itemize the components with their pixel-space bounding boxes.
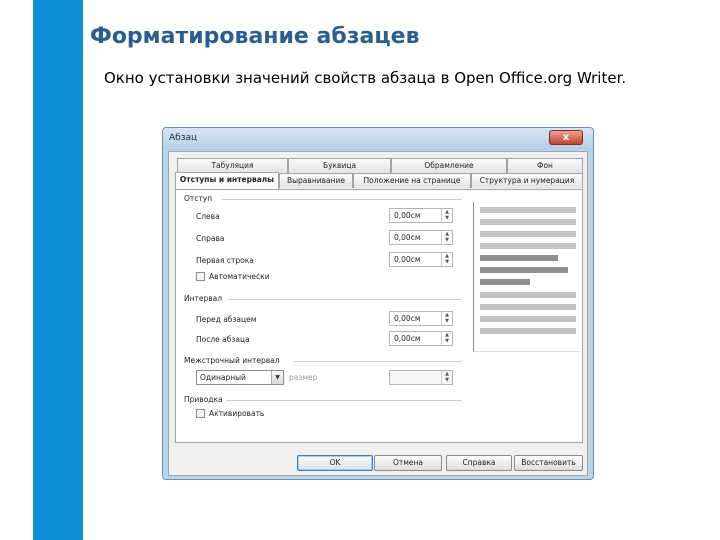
preview-line xyxy=(480,231,576,237)
slide-subtitle: Окно установки значений свойств абзаца в… xyxy=(104,69,627,87)
tab-text-flow[interactable]: Положение на странице xyxy=(353,173,471,188)
indent-group-line xyxy=(222,199,462,200)
preview-line xyxy=(480,243,576,249)
spacing-after-label: После абзаца xyxy=(196,335,250,344)
ok-button[interactable]: OK xyxy=(297,455,373,471)
preview-line xyxy=(480,304,576,310)
spin-down-icon[interactable]: ▼ xyxy=(442,215,452,221)
register-group-line xyxy=(226,400,462,401)
indent-left-field[interactable]: 0,00см ▲ ▼ xyxy=(389,208,453,223)
spacing-before-stepper[interactable]: ▲ ▼ xyxy=(441,312,452,325)
preview-line xyxy=(480,328,576,334)
preview-line xyxy=(480,219,576,225)
spin-down-icon[interactable]: ▼ xyxy=(442,318,452,324)
indent-left-stepper[interactable]: ▲ ▼ xyxy=(441,209,452,222)
dialog-client-area: Табуляция Буквица Обрамление Фон Отступы… xyxy=(168,151,588,476)
line-spacing-group-line xyxy=(294,361,462,362)
spin-down-icon[interactable]: ▼ xyxy=(442,259,452,265)
tab-dropcaps[interactable]: Буквица xyxy=(288,158,391,173)
indent-right-field[interactable]: 0,00см ▲ ▼ xyxy=(389,230,453,245)
tab-tabs[interactable]: Табуляция xyxy=(177,158,288,173)
close-button[interactable]: x xyxy=(549,130,583,145)
reset-button[interactable]: Восстановить xyxy=(514,455,583,471)
preview-line-current xyxy=(480,255,558,261)
spin-down-icon[interactable]: ▼ xyxy=(442,237,452,243)
side-accent-bar xyxy=(33,0,83,540)
indent-first-line-stepper[interactable]: ▲ ▼ xyxy=(441,253,452,266)
preview-line xyxy=(480,292,576,298)
line-spacing-select[interactable]: Одинарный ▼ xyxy=(196,370,284,385)
line-spacing-size-label: размер xyxy=(289,373,318,382)
chevron-down-icon[interactable]: ▼ xyxy=(271,371,283,384)
spacing-group-line xyxy=(228,299,462,300)
register-group-label: Приводка xyxy=(184,395,223,404)
line-spacing-size-stepper[interactable]: ▲ ▼ xyxy=(441,371,452,384)
auto-indent-label: Автоматически xyxy=(209,272,270,281)
slide-title: Форматирование абзацев xyxy=(90,24,420,49)
indent-group-label: Отступ xyxy=(184,194,213,203)
tab-background[interactable]: Фон xyxy=(507,158,583,173)
spin-down-icon[interactable]: ▼ xyxy=(442,338,452,344)
paragraph-preview xyxy=(473,202,580,352)
indent-first-line-label: Первая строка xyxy=(196,256,254,265)
auto-indent-checkbox[interactable] xyxy=(196,272,205,281)
register-activate-label: Активировать xyxy=(209,409,265,418)
indent-right-label: Справа xyxy=(196,234,225,243)
register-activate-checkbox[interactable] xyxy=(196,409,205,418)
tab-panel-indents-spacing: Отступ Слева 0,00см ▲ ▼ Справа 0,00см ▲ ▼ … xyxy=(175,189,583,443)
tab-borders[interactable]: Обрамление xyxy=(391,158,507,173)
indent-left-label: Слева xyxy=(196,212,220,221)
spacing-before-label: Перед абзацем xyxy=(196,315,257,324)
tab-outline-numbering[interactable]: Структура и нумерация xyxy=(471,173,583,188)
preview-line-current xyxy=(480,279,530,285)
line-spacing-size-field[interactable]: ▲ ▼ xyxy=(389,370,453,385)
spin-down-icon[interactable]: ▼ xyxy=(442,377,452,383)
indent-right-stepper[interactable]: ▲ ▼ xyxy=(441,231,452,244)
cancel-button[interactable]: Отмена xyxy=(374,455,442,471)
preview-line xyxy=(480,207,576,213)
spacing-group-label: Интервал xyxy=(184,294,223,303)
spacing-before-field[interactable]: 0,00см ▲ ▼ xyxy=(389,311,453,326)
spacing-after-field[interactable]: 0,00см ▲ ▼ xyxy=(389,331,453,346)
tab-indents-spacing[interactable]: Отступы и интервалы xyxy=(175,172,279,189)
preview-line-current xyxy=(480,267,568,273)
preview-line xyxy=(480,316,576,322)
spacing-after-stepper[interactable]: ▲ ▼ xyxy=(441,332,452,345)
line-spacing-group-label: Межстрочный интервал xyxy=(184,356,280,365)
tab-alignment[interactable]: Выравнивание xyxy=(279,173,353,188)
help-button[interactable]: Справка xyxy=(446,455,512,471)
paragraph-dialog: Абзац x Табуляция Буквица Обрамление Фон… xyxy=(162,127,594,480)
dialog-titlebar[interactable]: Абзац x xyxy=(163,128,593,150)
indent-first-line-field[interactable]: 0,00см ▲ ▼ xyxy=(389,252,453,267)
dialog-title: Абзац xyxy=(169,133,198,143)
